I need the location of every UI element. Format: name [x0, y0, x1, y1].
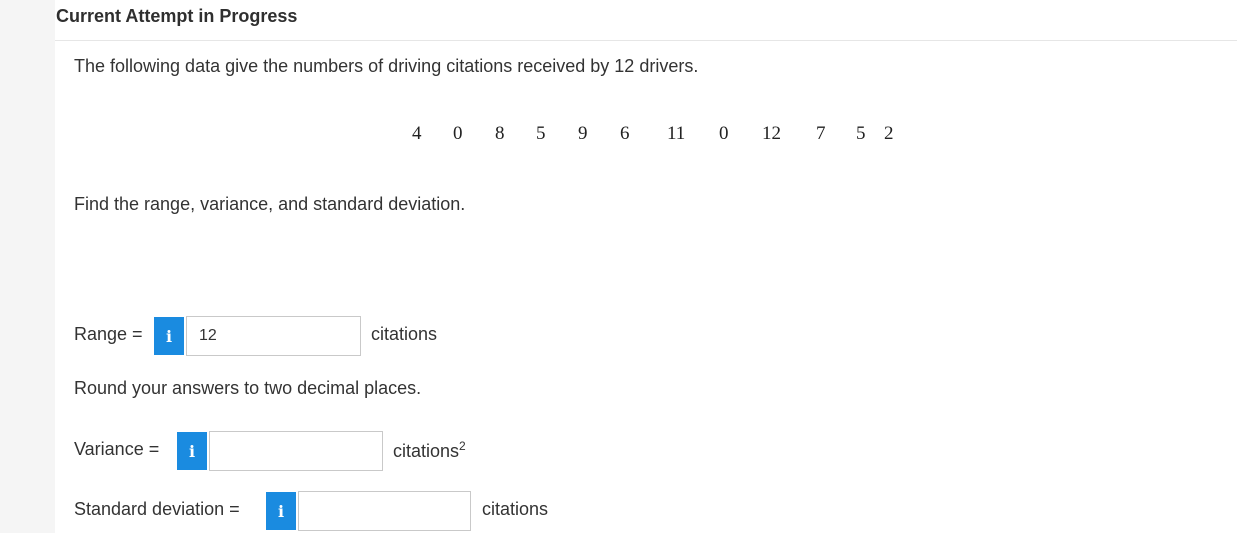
std-dev-unit: citations — [482, 499, 549, 519]
variance-label: Variance = — [74, 439, 160, 459]
data-value: 4 — [412, 123, 422, 144]
data-value: 5 — [536, 123, 546, 144]
question-intro: The following data give the numbers of d… — [74, 56, 699, 76]
std-dev-input[interactable] — [298, 491, 471, 531]
std-dev-label: Standard deviation = — [74, 499, 240, 519]
divider — [55, 40, 1237, 41]
attempt-title: Current Attempt in Progress — [56, 6, 298, 26]
data-value: 0 — [719, 123, 729, 144]
variance-info-icon[interactable]: i — [177, 432, 207, 470]
question-prompt: Find the range, variance, and standard d… — [74, 194, 466, 214]
variance-unit: citations2 — [393, 439, 466, 462]
variance-unit-exponent: 2 — [459, 439, 466, 453]
data-value: 8 — [495, 123, 505, 144]
range-label: Range = — [74, 324, 143, 344]
data-value: 11 — [667, 123, 686, 144]
data-value: 5 — [856, 123, 866, 144]
range-input[interactable] — [186, 316, 361, 356]
variance-input[interactable] — [209, 431, 383, 471]
question-panel: Current Attempt in Progress The followin… — [55, 0, 1237, 533]
range-info-icon[interactable]: i — [154, 317, 184, 355]
data-value: 9 — [578, 123, 588, 144]
data-value: 12 — [762, 123, 781, 144]
data-value: 0 — [453, 123, 463, 144]
variance-unit-text: citations — [393, 441, 460, 461]
range-unit: citations — [371, 324, 438, 344]
data-value: 2 — [884, 123, 894, 144]
data-value: 7 — [816, 123, 826, 144]
left-gutter — [0, 0, 55, 533]
std-dev-info-icon[interactable]: i — [266, 492, 296, 530]
rounding-note: Round your answers to two decimal places… — [74, 378, 422, 398]
data-value: 6 — [620, 123, 630, 144]
